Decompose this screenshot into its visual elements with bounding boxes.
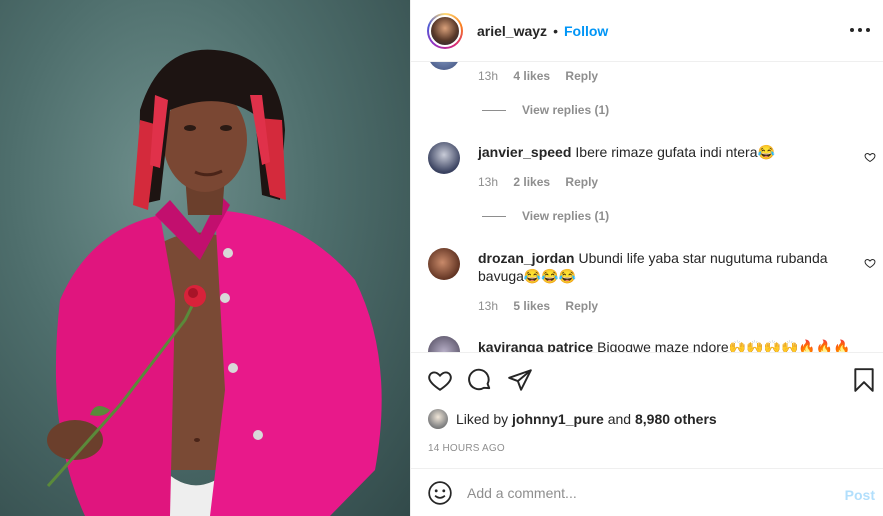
reply-button[interactable]: Reply: [565, 299, 598, 313]
liked-by-and: and: [607, 411, 632, 427]
comment-body: drozan_jordan Ubundi life yaba star nugut…: [478, 249, 848, 285]
heart-icon[interactable]: [427, 367, 453, 393]
comment-like-icon[interactable]: [864, 257, 876, 269]
liked-by-row: Liked by johnny1_pure and 8,980 others: [428, 409, 717, 429]
post-timestamp[interactable]: 14 HOURS AGO: [428, 443, 505, 454]
commenter-username[interactable]: drozan_jordan: [478, 250, 574, 266]
photo-illustration: [46, 49, 382, 516]
comment-body: kaviranga patrice Bigogwe maze ndore🙌🙌🙌🙌🔥…: [478, 338, 851, 352]
comment-likes[interactable]: 5 likes: [513, 299, 550, 313]
commenter-avatar[interactable]: [428, 62, 460, 70]
emoji-icon[interactable]: [427, 480, 453, 506]
author-username[interactable]: ariel_wayz: [477, 23, 547, 39]
author-avatar[interactable]: [427, 12, 463, 49]
comments-list[interactable]: 13h 4 likes Reply View replies (1) janvi…: [411, 62, 883, 352]
comment-text: Bigogwe maze ndore🙌🙌🙌🙌🔥🔥🔥: [597, 339, 851, 352]
post-comment-button[interactable]: Post: [845, 487, 875, 503]
commenter-avatar[interactable]: [428, 336, 460, 352]
header-separator: •: [553, 22, 558, 39]
post-header: ariel_wayz • Follow: [411, 0, 883, 62]
comment-text: Ibere rimaze gufata indi ntera😂: [575, 144, 775, 160]
liked-by-avatar[interactable]: [428, 409, 448, 429]
commenter-username[interactable]: janvier_speed: [478, 144, 571, 160]
follow-button[interactable]: Follow: [564, 23, 608, 39]
comment-like-icon[interactable]: [864, 151, 876, 163]
view-replies-button[interactable]: View replies (1): [482, 103, 609, 117]
liked-by-others[interactable]: 8,980 others: [635, 411, 717, 427]
bookmark-icon[interactable]: [851, 367, 877, 393]
comment-input[interactable]: [467, 484, 827, 501]
reply-button[interactable]: Reply: [565, 69, 598, 83]
reply-button[interactable]: Reply: [565, 175, 598, 189]
comment-meta: 13h 2 likes Reply: [478, 175, 598, 189]
liked-by-user[interactable]: johnny1_pure: [512, 411, 604, 427]
commenter-avatar[interactable]: [428, 142, 460, 174]
add-comment-bar: Post: [411, 468, 883, 516]
comment-time[interactable]: 13h: [478, 175, 498, 189]
more-options-icon[interactable]: [850, 22, 870, 38]
comment-time[interactable]: 13h: [478, 69, 498, 83]
post-photo[interactable]: [0, 0, 410, 516]
post-details-panel: ariel_wayz • Follow 13h 4 likes Reply Vi…: [410, 0, 883, 516]
comment-time[interactable]: 13h: [478, 299, 498, 313]
post-actions: Liked by johnny1_pure and 8,980 others 1…: [411, 352, 883, 468]
view-replies-button[interactable]: View replies (1): [482, 209, 609, 223]
comment-body: janvier_speed Ibere rimaze gufata indi nt…: [478, 143, 848, 161]
comment-icon[interactable]: [467, 367, 493, 393]
liked-by-prefix: Liked by: [456, 411, 509, 427]
comment-meta: 13h 4 likes Reply: [478, 69, 598, 83]
commenter-avatar[interactable]: [428, 248, 460, 280]
comment-likes[interactable]: 4 likes: [513, 69, 550, 83]
commenter-username[interactable]: kaviranga patrice: [478, 339, 593, 352]
comment-meta: 13h 5 likes Reply: [478, 299, 598, 313]
share-icon[interactable]: [507, 367, 533, 393]
comment-likes[interactable]: 2 likes: [513, 175, 550, 189]
